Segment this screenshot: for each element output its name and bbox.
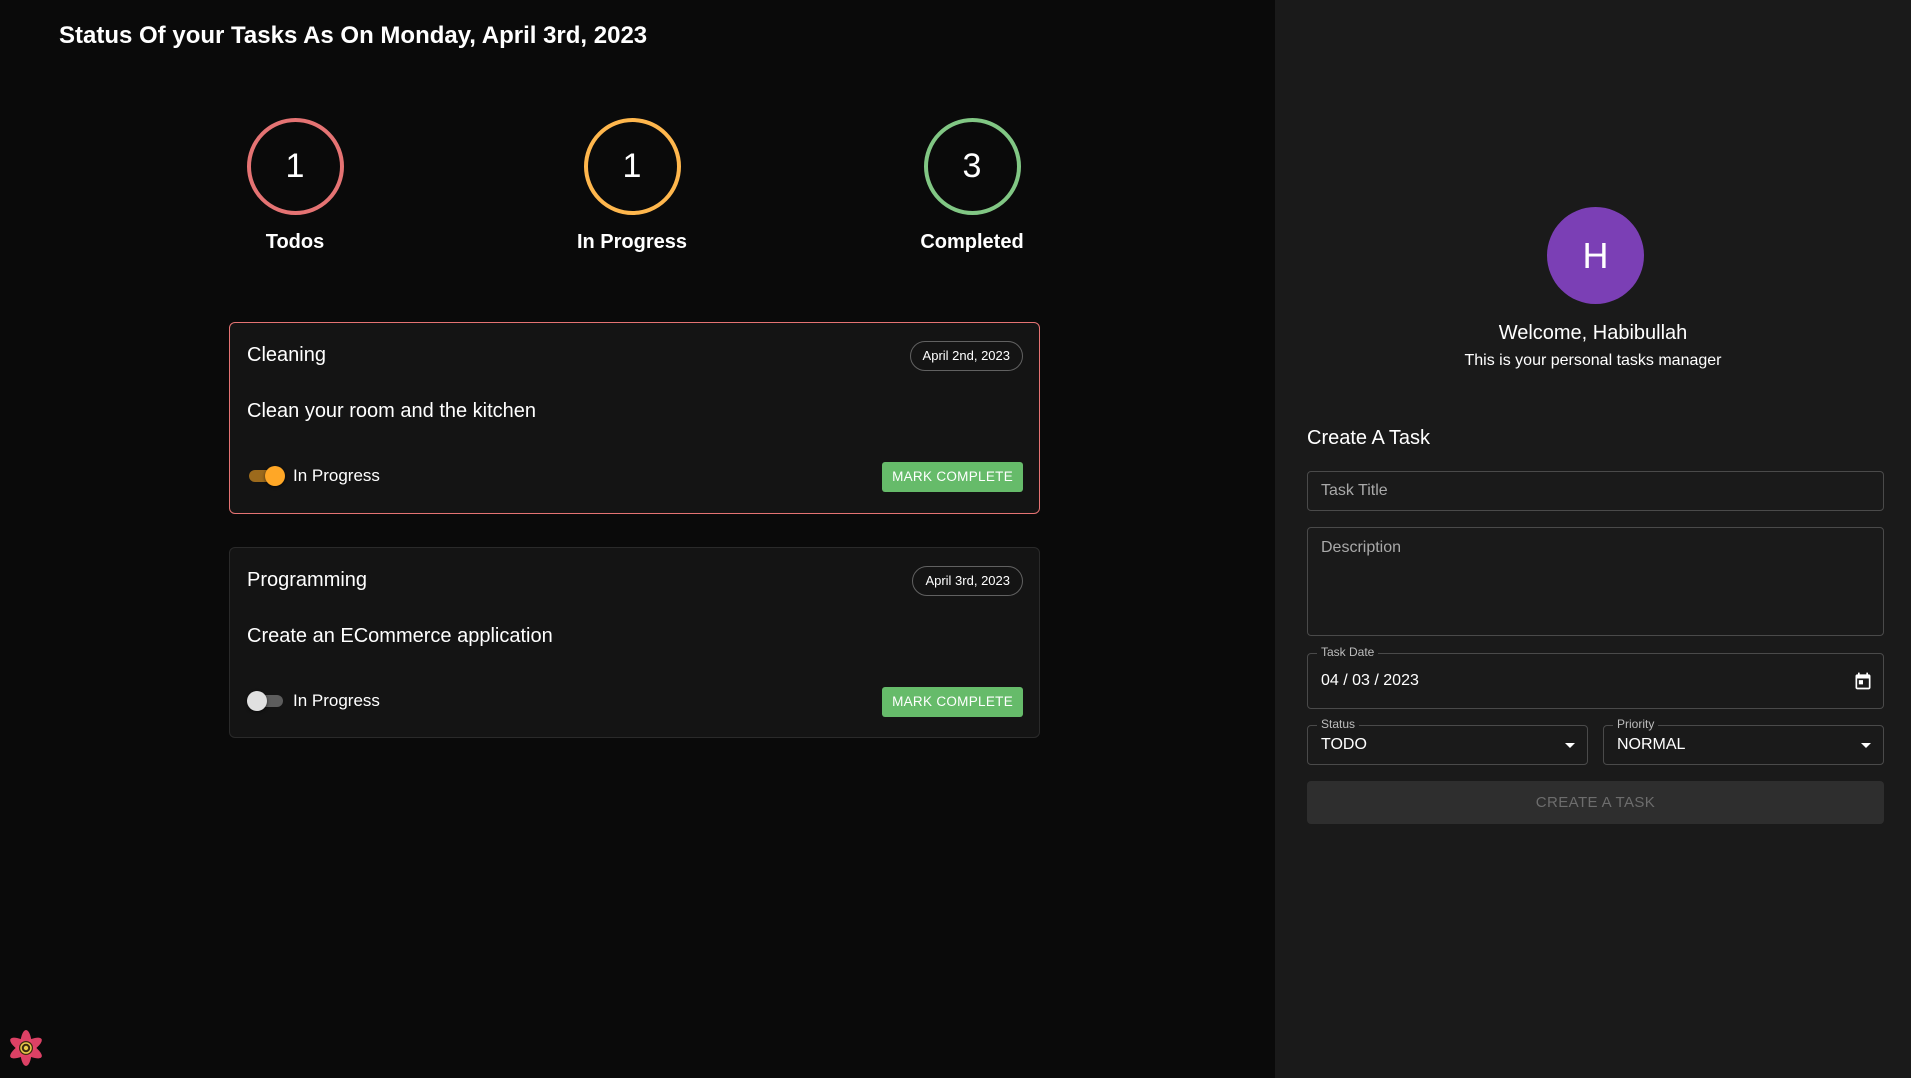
in-progress-toggle[interactable]: In Progress: [247, 465, 380, 487]
task-date-chip: April 3rd, 2023: [912, 566, 1023, 596]
mark-complete-button[interactable]: MARK COMPLETE: [882, 462, 1023, 492]
status-label: Status: [1317, 717, 1360, 731]
task-title: Programming: [247, 569, 368, 591]
toggle-switch[interactable]: [247, 465, 285, 487]
status-select[interactable]: Status TODO: [1307, 717, 1588, 765]
toggle-switch[interactable]: [247, 690, 285, 712]
welcome-subtitle: This is your personal tasks manager: [1464, 352, 1722, 369]
task-card-programming[interactable]: Programming April 3rd, 2023 Create an EC…: [229, 547, 1040, 738]
stat-in-progress: 1 In Progress: [552, 118, 712, 254]
task-description: Create an ECommerce application: [247, 625, 553, 647]
chevron-down-icon[interactable]: [1861, 743, 1871, 748]
toggle-label: In Progress: [293, 466, 380, 485]
priority-select[interactable]: Priority NORMAL: [1603, 717, 1884, 765]
in-progress-toggle[interactable]: In Progress: [247, 690, 380, 712]
description-input[interactable]: [1308, 528, 1883, 635]
sidebar: H Welcome, Habibullah This is your perso…: [1275, 0, 1911, 1078]
task-card-cleaning[interactable]: Cleaning April 2nd, 2023 Clean your room…: [229, 322, 1040, 514]
calendar-icon[interactable]: [1853, 671, 1873, 691]
description-field: [1307, 527, 1884, 636]
task-date-field[interactable]: Task Date 04 / 03 / 2023: [1307, 645, 1884, 709]
priority-label: Priority: [1613, 717, 1659, 731]
stat-completed-label: Completed: [920, 231, 1024, 253]
toggle-thumb[interactable]: [247, 691, 267, 711]
status-value: TODO: [1321, 736, 1367, 753]
stat-in-progress-label: In Progress: [576, 231, 688, 253]
task-title-field: [1307, 471, 1884, 511]
page-title: Status Of your Tasks As On Monday, April…: [59, 22, 648, 49]
welcome-text: Welcome, Habibullah: [1498, 322, 1688, 344]
task-date-value: 04 / 03 / 2023: [1321, 672, 1419, 689]
priority-value: NORMAL: [1617, 736, 1686, 753]
task-date-chip: April 2nd, 2023: [909, 341, 1023, 371]
toggle-label: In Progress: [293, 691, 380, 710]
stat-completed-count: 3: [923, 118, 1021, 215]
create-task-heading: Create A Task: [1307, 427, 1431, 449]
avatar: H: [1547, 207, 1644, 304]
toggle-thumb[interactable]: [265, 466, 285, 486]
task-title: Cleaning: [247, 344, 326, 366]
main-content: Status Of your Tasks As On Monday, April…: [0, 0, 1275, 1078]
stat-todos-count: 1: [246, 118, 344, 215]
task-date-label: Task Date: [1317, 645, 1379, 659]
stat-todos: 1 Todos: [215, 118, 375, 254]
task-title-input[interactable]: [1308, 472, 1883, 510]
stat-todos-label: Todos: [265, 231, 325, 253]
create-task-button[interactable]: CREATE A TASK: [1307, 781, 1884, 824]
mark-complete-button[interactable]: MARK COMPLETE: [882, 687, 1023, 717]
app-root: Status Of your Tasks As On Monday, April…: [0, 0, 1911, 1078]
react-logo-icon[interactable]: [6, 1028, 46, 1068]
stat-in-progress-count: 1: [583, 118, 681, 215]
stat-completed: 3 Completed: [892, 118, 1052, 254]
task-description: Clean your room and the kitchen: [247, 400, 537, 422]
chevron-down-icon[interactable]: [1565, 743, 1575, 748]
